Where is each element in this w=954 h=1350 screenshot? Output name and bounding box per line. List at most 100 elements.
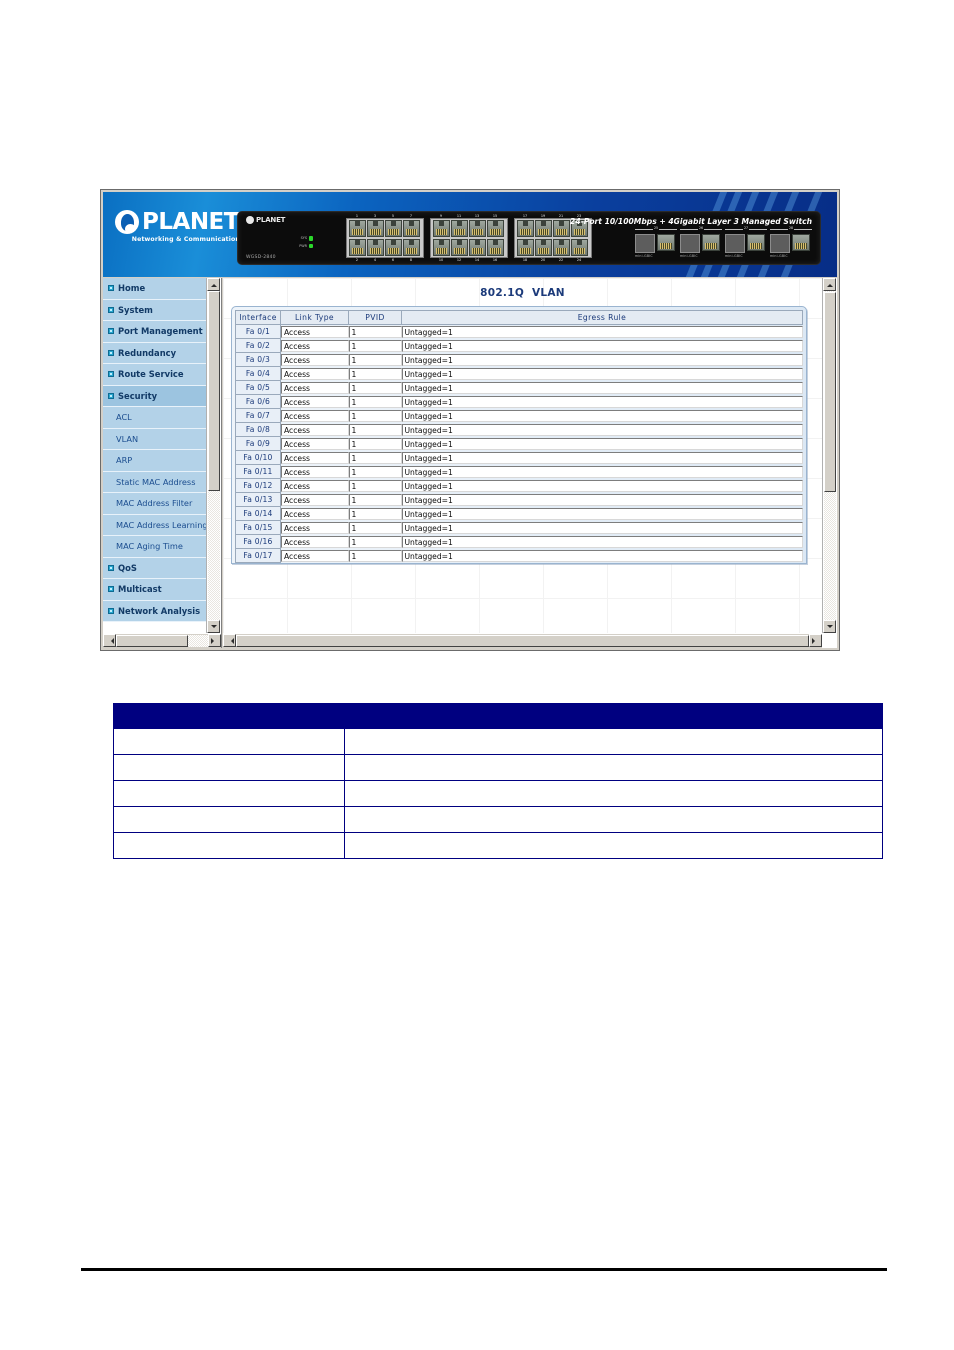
link-type-input[interactable]: Access — [281, 493, 349, 506]
param-table-header-cell — [344, 703, 883, 729]
expand-toggle-icon[interactable] — [108, 564, 114, 571]
scroll-left-button[interactable] — [103, 634, 116, 647]
scroll-right-button[interactable] — [208, 634, 221, 647]
pvid-input[interactable]: 1 — [348, 339, 402, 352]
link-type-input[interactable]: Access — [281, 465, 349, 478]
egress-rule-input[interactable]: Untagged=1 — [401, 549, 803, 562]
pvid-input-cell: 1 — [348, 409, 402, 423]
expand-toggle-icon[interactable] — [108, 349, 114, 356]
scroll-down-button[interactable] — [207, 620, 220, 633]
egress-rule-input[interactable]: Untagged=1 — [401, 423, 803, 436]
link-type-input[interactable]: Access — [281, 521, 349, 534]
link-type-input[interactable]: Access — [281, 409, 349, 422]
pvid-input[interactable]: 1 — [348, 535, 402, 548]
link-type-input[interactable]: Access — [281, 353, 349, 366]
link-type-input[interactable]: Access — [281, 381, 349, 394]
scrollbar-thumb[interactable] — [824, 292, 836, 492]
expand-toggle-icon[interactable] — [108, 586, 114, 593]
scroll-up-button[interactable] — [823, 278, 836, 291]
egress-rule-input[interactable]: Untagged=1 — [401, 507, 803, 520]
sidebar-item-network-analysis[interactable]: Network Analysis — [103, 601, 207, 622]
pvid-input[interactable]: 1 — [348, 423, 402, 436]
egress-rule-input[interactable]: Untagged=1 — [401, 451, 803, 464]
sidebar-item-multicast[interactable]: Multicast — [103, 579, 207, 601]
sidebar-item-qos[interactable]: QoS — [103, 558, 207, 579]
sidebar-item-label: Network Analysis — [118, 605, 201, 616]
sidebar-vertical-scrollbar[interactable] — [206, 278, 221, 633]
expand-toggle-icon[interactable] — [108, 306, 114, 313]
sidebar-item-route-service[interactable]: Route Service — [103, 364, 207, 386]
egress-rule-input[interactable]: Untagged=1 — [401, 367, 803, 380]
link-type-input[interactable]: Access — [281, 395, 349, 408]
link-type-input[interactable]: Access — [281, 423, 349, 436]
sidebar-item-home[interactable]: Home — [103, 278, 207, 300]
link-type-input[interactable]: Access — [281, 535, 349, 548]
egress-rule-input[interactable]: Untagged=1 — [401, 353, 803, 366]
pvid-input[interactable]: 1 — [348, 521, 402, 534]
egress-rule-input[interactable]: Untagged=1 — [401, 465, 803, 478]
sidebar-item-acl[interactable]: ACL — [103, 407, 207, 429]
device-brand-globe-icon — [246, 216, 254, 224]
egress-rule-input[interactable]: Untagged=1 — [401, 325, 803, 338]
rj45-port-icon — [450, 239, 468, 256]
content-horizontal-scrollbar[interactable] — [223, 633, 822, 648]
sidebar-item-system[interactable]: System — [103, 300, 207, 321]
pvid-input[interactable]: 1 — [348, 395, 402, 408]
pvid-input[interactable]: 1 — [348, 549, 402, 562]
pvid-input[interactable]: 1 — [348, 353, 402, 366]
egress-rule-input[interactable]: Untagged=1 — [401, 381, 803, 394]
link-type-input[interactable]: Access — [281, 549, 349, 562]
link-type-input[interactable]: Access — [281, 339, 349, 352]
expand-toggle-icon[interactable] — [108, 328, 114, 335]
egress-rule-input[interactable]: Untagged=1 — [401, 535, 803, 548]
egress-rule-input[interactable]: Untagged=1 — [401, 521, 803, 534]
egress-rule-input[interactable]: Untagged=1 — [401, 437, 803, 450]
link-type-input[interactable]: Access — [281, 507, 349, 520]
scrollbar-thumb[interactable] — [208, 291, 220, 491]
scroll-left-button[interactable] — [223, 634, 236, 647]
egress-rule-input[interactable]: Untagged=1 — [401, 409, 803, 422]
expand-toggle-icon[interactable] — [108, 285, 114, 292]
egress-rule-input[interactable]: Untagged=1 — [401, 339, 803, 352]
sidebar-item-mac-address-filter[interactable]: MAC Address Filter — [103, 493, 207, 515]
expand-toggle-icon[interactable] — [108, 607, 114, 614]
sidebar-item-redundancy[interactable]: Redundancy — [103, 343, 207, 364]
pvid-input[interactable]: 1 — [348, 367, 402, 380]
expand-toggle-icon[interactable] — [108, 371, 114, 378]
mini-gbic-slot-icon — [725, 234, 745, 253]
pvid-input[interactable]: 1 — [348, 325, 402, 338]
link-type-input[interactable]: Access — [281, 437, 349, 450]
pvid-input[interactable]: 1 — [348, 437, 402, 450]
pvid-input[interactable]: 1 — [348, 465, 402, 478]
interface-cell: Fa 0/13 — [235, 492, 281, 507]
scrollbar-thumb[interactable] — [116, 635, 188, 647]
expand-toggle-icon[interactable] — [108, 392, 114, 399]
egress-rule-input[interactable]: Untagged=1 — [401, 479, 803, 492]
pvid-input[interactable]: 1 — [348, 381, 402, 394]
pvid-input[interactable]: 1 — [348, 479, 402, 492]
sidebar-horizontal-scrollbar[interactable] — [103, 633, 221, 648]
sidebar-item-arp[interactable]: ARP — [103, 450, 207, 472]
sidebar-item-mac-address-learning[interactable]: MAC Address Learning — [103, 515, 207, 536]
scroll-right-button[interactable] — [809, 634, 822, 647]
scrollbar-thumb[interactable] — [236, 635, 809, 647]
pvid-input[interactable]: 1 — [348, 493, 402, 506]
egress-rule-input[interactable]: Untagged=1 — [401, 493, 803, 506]
led-row: SYS — [296, 236, 313, 241]
pvid-input[interactable]: 1 — [348, 507, 402, 520]
sidebar-item-vlan[interactable]: VLAN — [103, 429, 207, 450]
sidebar-item-static-mac-address[interactable]: Static MAC Address — [103, 472, 207, 493]
link-type-input[interactable]: Access — [281, 479, 349, 492]
link-type-input[interactable]: Access — [281, 325, 349, 338]
egress-rule-input[interactable]: Untagged=1 — [401, 395, 803, 408]
content-vertical-scrollbar[interactable] — [822, 278, 837, 633]
sidebar-item-security[interactable]: Security — [103, 385, 207, 407]
pvid-input[interactable]: 1 — [348, 451, 402, 464]
sidebar-item-mac-aging-time[interactable]: MAC Aging Time — [103, 536, 207, 558]
link-type-input[interactable]: Access — [281, 367, 349, 380]
pvid-input[interactable]: 1 — [348, 409, 402, 422]
scroll-down-button[interactable] — [823, 620, 836, 633]
link-type-input[interactable]: Access — [281, 451, 349, 464]
scroll-up-button[interactable] — [207, 278, 220, 291]
sidebar-item-port-management[interactable]: Port Management — [103, 321, 207, 343]
